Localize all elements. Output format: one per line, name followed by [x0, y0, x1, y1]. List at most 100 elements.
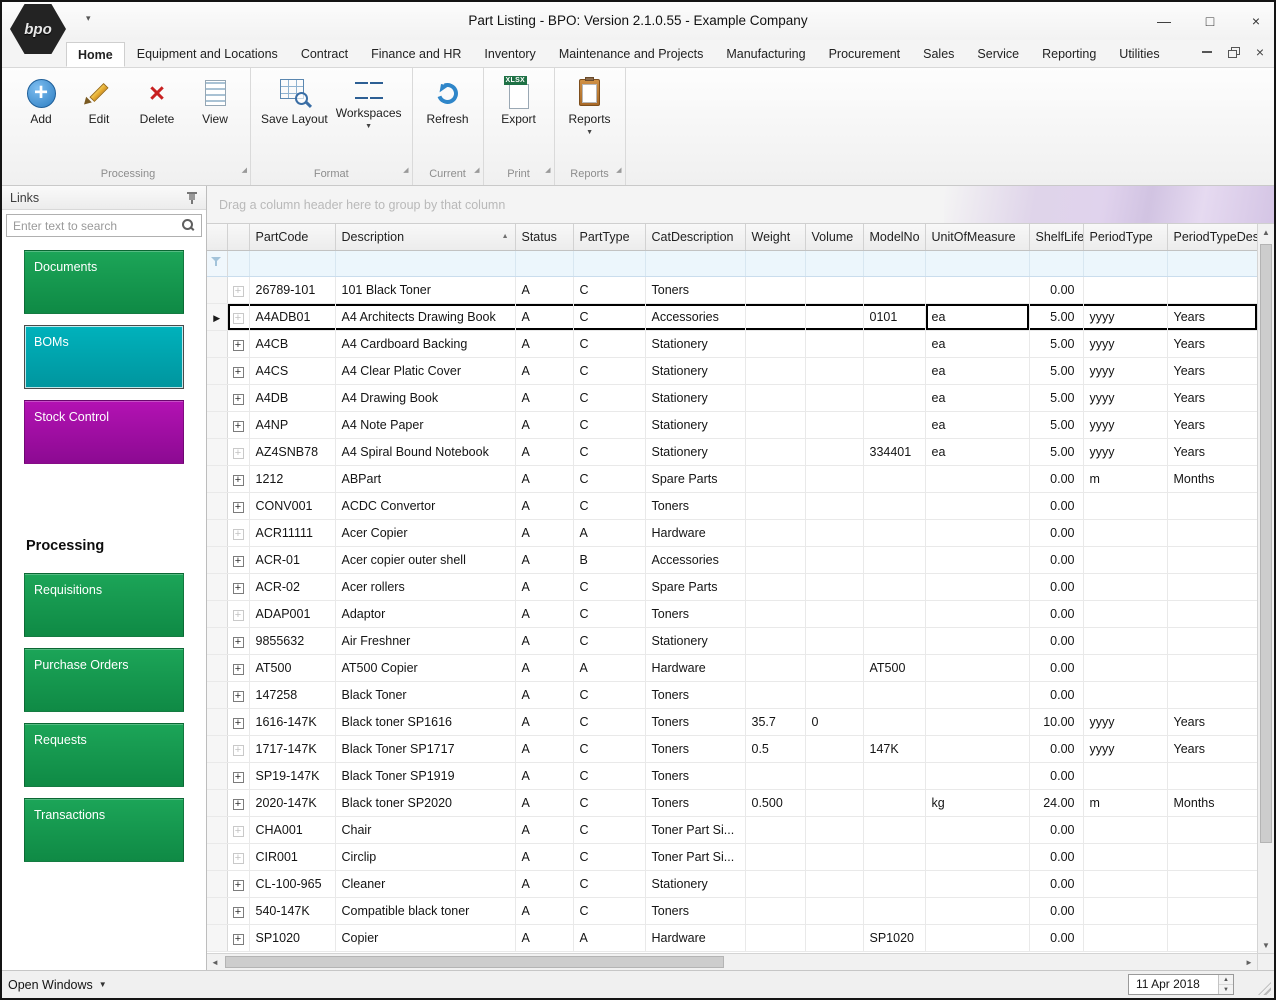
grid-cell[interactable] — [925, 897, 1029, 924]
tab-home[interactable]: Home — [66, 42, 125, 67]
grid-cell[interactable] — [863, 681, 925, 708]
grid-cell[interactable]: A4 Cardboard Backing — [335, 330, 515, 357]
grid-cell[interactable] — [805, 519, 863, 546]
expand-icon[interactable]: + — [233, 637, 244, 648]
pin-icon[interactable] — [186, 191, 198, 204]
grid-cell[interactable]: 0.00 — [1029, 546, 1083, 573]
grid-cell[interactable] — [1083, 816, 1167, 843]
grid-cell[interactable] — [863, 897, 925, 924]
grid-cell[interactable]: B — [573, 546, 645, 573]
grid-cell[interactable]: A — [515, 330, 573, 357]
grid-cell[interactable] — [805, 492, 863, 519]
grid-cell[interactable]: C — [573, 465, 645, 492]
grid-cell[interactable]: C — [573, 708, 645, 735]
dialog-launcher-icon[interactable]: ◢ — [242, 162, 247, 180]
grid-cell[interactable]: 0.00 — [1029, 276, 1083, 303]
filter-cell[interactable] — [227, 250, 249, 276]
sidebar-link-boms[interactable]: BOMs — [24, 325, 184, 389]
filter-cell-partcode[interactable] — [249, 250, 335, 276]
grid-cell[interactable]: Black Toner — [335, 681, 515, 708]
grid-cell[interactable]: C — [573, 897, 645, 924]
tab-manufacturing[interactable]: Manufacturing — [715, 42, 816, 67]
grid-cell[interactable]: yyyy — [1083, 330, 1167, 357]
grid-cell[interactable] — [805, 681, 863, 708]
grid-cell[interactable]: 0.00 — [1029, 843, 1083, 870]
grid-cell[interactable] — [925, 762, 1029, 789]
ribbon-button-add[interactable]: +Add — [12, 72, 70, 126]
expand-icon[interactable]: + — [233, 286, 244, 297]
grid-cell[interactable]: Accessories — [645, 303, 745, 330]
grid-cell[interactable] — [745, 492, 805, 519]
grid-cell[interactable]: Spare Parts — [645, 573, 745, 600]
grid-cell[interactable]: C — [573, 681, 645, 708]
grid-cell[interactable] — [745, 843, 805, 870]
grid-cell[interactable] — [745, 411, 805, 438]
grid-cell[interactable]: CONV001 — [249, 492, 335, 519]
grid-cell[interactable]: SP19-147K — [249, 762, 335, 789]
grid-cell[interactable]: Stationery — [645, 627, 745, 654]
grid-cell[interactable]: C — [573, 384, 645, 411]
scroll-right-icon[interactable]: ► — [1241, 954, 1257, 970]
grid-cell[interactable] — [1167, 816, 1257, 843]
grid-cell[interactable]: A — [515, 924, 573, 951]
date-editor[interactable]: 11 Apr 2018 ▲ ▼ — [1128, 974, 1234, 995]
filter-cell-catdescription[interactable] — [645, 250, 745, 276]
dialog-launcher-icon[interactable]: ◢ — [403, 162, 408, 180]
grid-cell[interactable]: Stationery — [645, 411, 745, 438]
grid-cell[interactable]: C — [573, 789, 645, 816]
grid-cell[interactable] — [1167, 627, 1257, 654]
grid-cell[interactable] — [1167, 681, 1257, 708]
table-row[interactable]: +SP1020CopierAAHardwareSP10200.00 — [207, 924, 1257, 951]
grid-cell[interactable]: ACR-01 — [249, 546, 335, 573]
grid-cell[interactable]: A4NP — [249, 411, 335, 438]
grid-cell[interactable]: A — [573, 654, 645, 681]
grid-cell[interactable]: 0.00 — [1029, 519, 1083, 546]
expand-icon[interactable]: + — [233, 367, 244, 378]
grid-cell[interactable] — [925, 465, 1029, 492]
filter-cell-periodtypedesc[interactable] — [1167, 250, 1257, 276]
grid-cell[interactable] — [1167, 870, 1257, 897]
table-row[interactable]: +A4CBA4 Cardboard BackingACStationeryea5… — [207, 330, 1257, 357]
grid-cell[interactable] — [745, 384, 805, 411]
sidebar-link-requests[interactable]: Requests — [24, 723, 184, 787]
grid-cell[interactable]: Stationery — [645, 438, 745, 465]
grid-cell[interactable] — [1167, 492, 1257, 519]
column-header-periodtype[interactable]: PeriodType — [1083, 224, 1167, 250]
grid-cell[interactable]: 26789-101 — [249, 276, 335, 303]
grid-cell[interactable] — [863, 384, 925, 411]
grid-cell[interactable]: CIR001 — [249, 843, 335, 870]
grid-cell[interactable]: A — [515, 600, 573, 627]
expand-icon[interactable]: + — [233, 313, 244, 324]
table-row[interactable]: +1616-147KBlack toner SP1616ACToners35.7… — [207, 708, 1257, 735]
grid-cell[interactable] — [863, 411, 925, 438]
tab-service[interactable]: Service — [966, 42, 1030, 67]
grid-cell[interactable] — [863, 843, 925, 870]
grid-cell[interactable]: AZ4SNB78 — [249, 438, 335, 465]
scroll-left-icon[interactable]: ◄ — [207, 954, 223, 970]
tab-finance-and-hr[interactable]: Finance and HR — [360, 42, 472, 67]
grid-cell[interactable] — [1083, 762, 1167, 789]
expand-icon[interactable]: + — [233, 340, 244, 351]
grid-cell[interactable]: Months — [1167, 789, 1257, 816]
table-row[interactable]: +AT500AT500 CopierAAHardwareAT5000.00 — [207, 654, 1257, 681]
ribbon-button-refresh[interactable]: Refresh — [419, 72, 477, 126]
grid-cell[interactable] — [925, 843, 1029, 870]
grid-cell[interactable] — [1083, 276, 1167, 303]
grid-cell[interactable]: C — [573, 735, 645, 762]
expand-icon[interactable]: + — [233, 448, 244, 459]
grid-cell[interactable] — [863, 492, 925, 519]
grid-cell[interactable]: Black toner SP1616 — [335, 708, 515, 735]
grid-cell[interactable]: AT500 Copier — [335, 654, 515, 681]
expand-icon[interactable]: + — [233, 556, 244, 567]
mdi-restore-icon[interactable] — [1228, 47, 1240, 58]
grid-cell[interactable]: A — [515, 384, 573, 411]
table-row[interactable]: +ADAP001AdaptorACToners0.00 — [207, 600, 1257, 627]
grid-cell[interactable]: A4 Drawing Book — [335, 384, 515, 411]
grid-cell[interactable] — [1083, 546, 1167, 573]
grid-cell[interactable]: 5.00 — [1029, 330, 1083, 357]
grid-cell[interactable]: C — [573, 600, 645, 627]
grid-cell[interactable] — [805, 816, 863, 843]
group-by-bar[interactable]: Drag a column header here to group by th… — [207, 186, 1274, 224]
grid-cell[interactable]: A4CB — [249, 330, 335, 357]
grid-cell[interactable]: yyyy — [1083, 384, 1167, 411]
